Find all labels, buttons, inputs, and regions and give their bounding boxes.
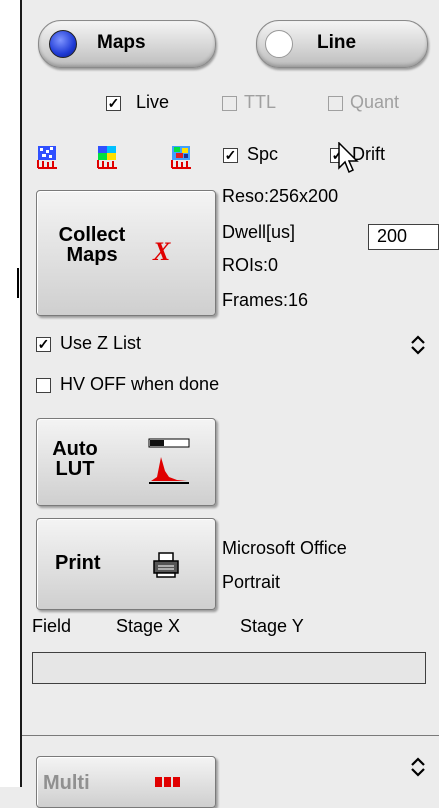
ttl-label: TTL — [244, 92, 277, 112]
radio-unselected-icon — [265, 30, 293, 58]
mouse-cursor-icon — [338, 142, 359, 174]
field-column-header: Field — [32, 616, 72, 636]
printer-icon — [153, 552, 179, 578]
frames-text: Frames:16 — [222, 290, 309, 310]
print-orientation-text: Portrait — [222, 572, 281, 592]
dwell-input[interactable]: 200 — [368, 224, 439, 250]
left-margin — [0, 0, 20, 787]
stage-y-column-header: Stage Y — [240, 616, 304, 636]
live-label: Live — [136, 92, 170, 112]
live-checkbox[interactable]: ✓ — [106, 96, 121, 111]
quant-label: Quant — [350, 92, 400, 112]
quant-checkbox[interactable] — [328, 96, 343, 111]
print-label: Print — [55, 552, 101, 574]
rois-text: ROIs:0 — [222, 255, 279, 275]
auto-lut-button[interactable]: Auto LUT — [36, 418, 216, 506]
collect-label-line2: Maps — [66, 244, 118, 266]
multi-label: Multi — [43, 772, 90, 794]
section-divider — [22, 735, 439, 736]
stage-position-field[interactable] — [32, 652, 426, 684]
auto-lut-line1: Auto — [52, 438, 98, 460]
multi-spinner-icon[interactable] — [409, 756, 427, 778]
maps-label: Maps — [97, 32, 146, 53]
collect-label-line1: Collect — [58, 224, 126, 246]
hv-off-label: HV OFF when done — [60, 374, 220, 394]
dwell-label: Dwell[us] — [222, 222, 296, 242]
spc-checkbox[interactable]: ✓ — [223, 148, 238, 163]
collect-maps-button[interactable]: Collect Maps X — [36, 190, 216, 316]
auto-lut-line2: LUT — [55, 458, 95, 480]
edge-marker — [17, 268, 19, 298]
ttl-checkbox[interactable] — [222, 96, 237, 111]
use-z-list-label: Use Z List — [60, 333, 142, 353]
mixed-map-icon[interactable] — [170, 144, 192, 170]
spc-label: Spc — [247, 144, 279, 164]
color-map-icon[interactable] — [96, 144, 118, 170]
line-mode-button[interactable]: Line — [256, 20, 428, 68]
radio-selected-icon — [49, 30, 77, 58]
left-divider — [20, 0, 22, 787]
multi-button[interactable]: Multi — [36, 756, 216, 808]
print-button[interactable]: Print — [36, 518, 216, 610]
stage-x-column-header: Stage X — [116, 616, 181, 636]
xray-icon: X — [153, 237, 171, 266]
spectrum-map-icon[interactable] — [36, 144, 58, 170]
z-list-spinner-icon[interactable] — [409, 334, 427, 356]
line-label: Line — [317, 32, 357, 53]
maps-mode-button[interactable]: Maps — [38, 20, 216, 68]
histogram-icon — [148, 438, 190, 484]
resolution-text: Reso:256x200 — [222, 186, 339, 206]
use-z-list-checkbox[interactable]: ✓ — [36, 337, 51, 352]
printer-name-text: Microsoft Office — [222, 538, 347, 558]
hv-off-checkbox[interactable] — [36, 378, 51, 393]
